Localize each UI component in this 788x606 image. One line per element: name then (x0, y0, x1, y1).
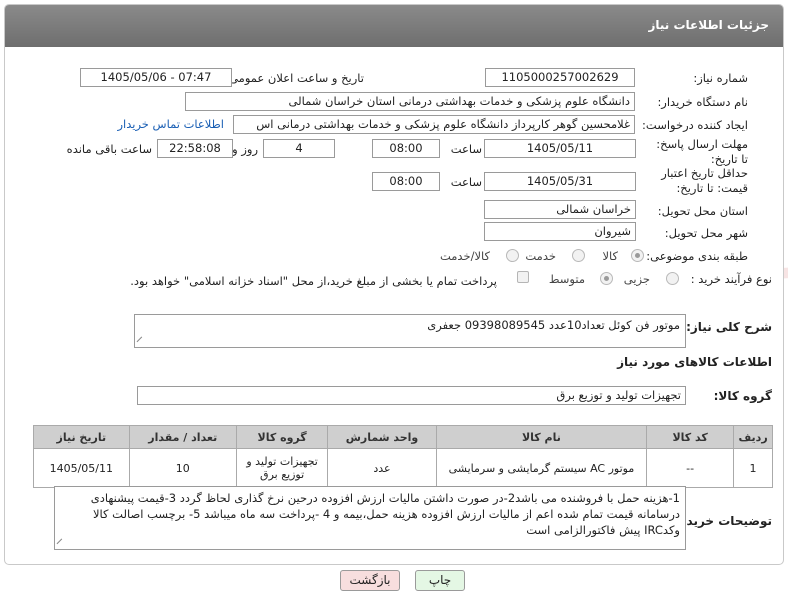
province-field[interactable]: خراسان شمالی (484, 200, 636, 219)
creator-label: ایجاد کننده درخواست: (642, 118, 748, 132)
buyer-org-label: نام دستگاه خریدار: (657, 95, 748, 109)
category-radio-goods[interactable] (631, 249, 644, 262)
days-field[interactable]: 4 (263, 139, 335, 158)
goods-group-field[interactable]: تجهیزات تولید و توزیع برق (137, 386, 686, 405)
category-option-service: خدمت (525, 249, 556, 263)
announce-date-label: تاریخ و ساعت اعلان عمومی: (225, 71, 364, 85)
col-row-number: ردیف (733, 425, 773, 449)
announce-date-field[interactable]: 1405/05/06 - 07:47 (80, 68, 232, 87)
cell-goods-code: -- (646, 448, 735, 488)
days-label: روز و (232, 142, 258, 156)
buyer-org-field[interactable]: دانشگاه علوم پزشکی و خدمات بهداشتی درمان… (185, 92, 635, 111)
process-option-medium: متوسط (548, 272, 585, 286)
cell-goods-group: تجهیزات تولید و توزیع برق (235, 448, 329, 488)
goods-table: ردیف کد کالا نام کالا واحد شمارش گروه کا… (33, 425, 773, 488)
price-time-field[interactable]: 08:00 (372, 172, 440, 191)
cell-need-date: 1405/05/11 (33, 448, 130, 488)
panel-header: جزئیات اطلاعات نیاز (5, 5, 783, 47)
buyer-notes-field[interactable]: 1-هزینه حمل با فروشنده می باشد2-در صورت … (54, 486, 686, 550)
col-unit: واحد شمارش (327, 425, 437, 449)
reply-date-field[interactable]: 1405/05/11 (484, 139, 636, 158)
description-label: شرح کلی نیاز: (686, 320, 772, 334)
goods-table-header: ردیف کد کالا نام کالا واحد شمارش گروه کا… (33, 425, 773, 449)
col-goods-name: نام کالا (435, 425, 648, 449)
category-radio-service[interactable] (572, 249, 585, 262)
price-validity-label: حداقل تاریخ اعتبار قیمت: تا تاریخ: (661, 166, 748, 195)
remaining-time-field[interactable]: 22:58:08 (157, 139, 233, 158)
col-quantity: تعداد / مقدار (128, 425, 237, 449)
goods-section-title: اطلاعات کالاهای مورد نیاز (617, 355, 772, 369)
category-option-both: کالا/خدمت (439, 249, 490, 263)
table-row[interactable]: 1 -- موتور AC سیستم گرمایشی و سرمایشی عد… (33, 448, 773, 488)
cell-row-number: 1 (733, 448, 773, 488)
panel-title: جزئیات اطلاعات نیاز (648, 18, 769, 32)
treasury-payment-checkbox[interactable] (517, 271, 529, 283)
print-button[interactable]: چاپ (415, 570, 465, 591)
process-radio-minor[interactable] (666, 272, 679, 285)
description-field[interactable]: موتور فن کوئل تعداد10عدد 09398089545 جعف… (134, 314, 686, 348)
category-option-goods: کالا (602, 249, 618, 263)
remaining-time-label: ساعت باقی مانده (66, 142, 152, 156)
need-number-field[interactable]: 1105000257002629 (485, 68, 635, 87)
buyer-contact-link[interactable]: اطلاعات تماس خریدار (117, 117, 224, 131)
reply-deadline-label: مهلت ارسال پاسخ: تا تاریخ: (656, 137, 748, 166)
city-label: شهر محل تحویل: (664, 226, 748, 240)
creator-field[interactable]: غلامحسین گوهر کارپرداز دانشگاه علوم پزشک… (233, 115, 635, 134)
reply-time-label: ساعت (450, 142, 482, 156)
category-radio-both[interactable] (506, 249, 519, 262)
category-label: طبقه بندی موضوعی: (646, 249, 748, 263)
back-button[interactable]: بازگشت (340, 570, 400, 591)
process-radio-medium[interactable] (600, 272, 613, 285)
province-label: استان محل تحویل: (657, 204, 748, 218)
goods-group-label: گروه کالا: (713, 389, 772, 403)
cell-goods-name: موتور AC سیستم گرمایشی و سرمایشی (435, 448, 648, 488)
cell-quantity: 10 (128, 448, 237, 488)
treasury-payment-note: پرداخت تمام یا بخشی از مبلغ خرید،از محل … (130, 274, 497, 288)
cell-unit: عدد (327, 448, 437, 488)
need-number-label: شماره نیاز: (693, 71, 748, 85)
reply-time-field[interactable]: 08:00 (372, 139, 440, 158)
process-type-label: نوع فرآیند خرید : (690, 272, 772, 286)
price-date-field[interactable]: 1405/05/31 (484, 172, 636, 191)
process-option-minor: جزیی (623, 272, 650, 286)
col-goods-code: کد کالا (646, 425, 735, 449)
col-need-date: تاریخ نیاز (33, 425, 130, 449)
city-field[interactable]: شیروان (484, 222, 636, 241)
price-time-label: ساعت (450, 175, 482, 189)
col-goods-group: گروه کالا (235, 425, 329, 449)
